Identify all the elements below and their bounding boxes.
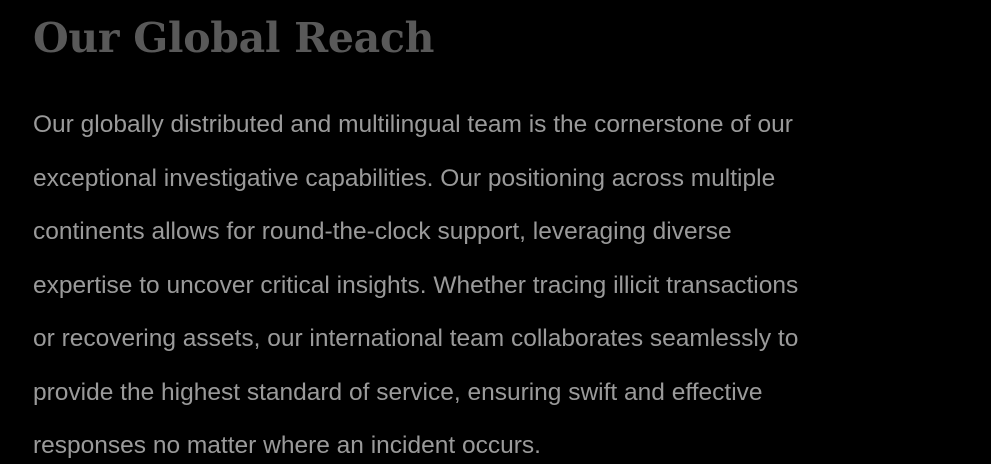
- paragraph-line: Our globally distributed and multilingua…: [33, 111, 793, 138]
- section-paragraph: Our globally distributed and multilingua…: [33, 98, 978, 464]
- paragraph-line: or recovering assets, our international …: [33, 325, 799, 352]
- paragraph-line: provide the highest standard of service,…: [33, 378, 763, 406]
- paragraph-line: responses no matter where an incident oc…: [33, 432, 541, 459]
- paragraph-line: continents allows for round-the-clock su…: [33, 218, 732, 245]
- global-reach-section: Our Global Reach Our globally distribute…: [0, 0, 991, 464]
- paragraph-line: expertise to uncover critical insights. …: [33, 271, 799, 299]
- paragraph-line: exceptional investigative capabilities. …: [33, 164, 776, 192]
- section-title: Our Global Reach: [33, 14, 435, 62]
